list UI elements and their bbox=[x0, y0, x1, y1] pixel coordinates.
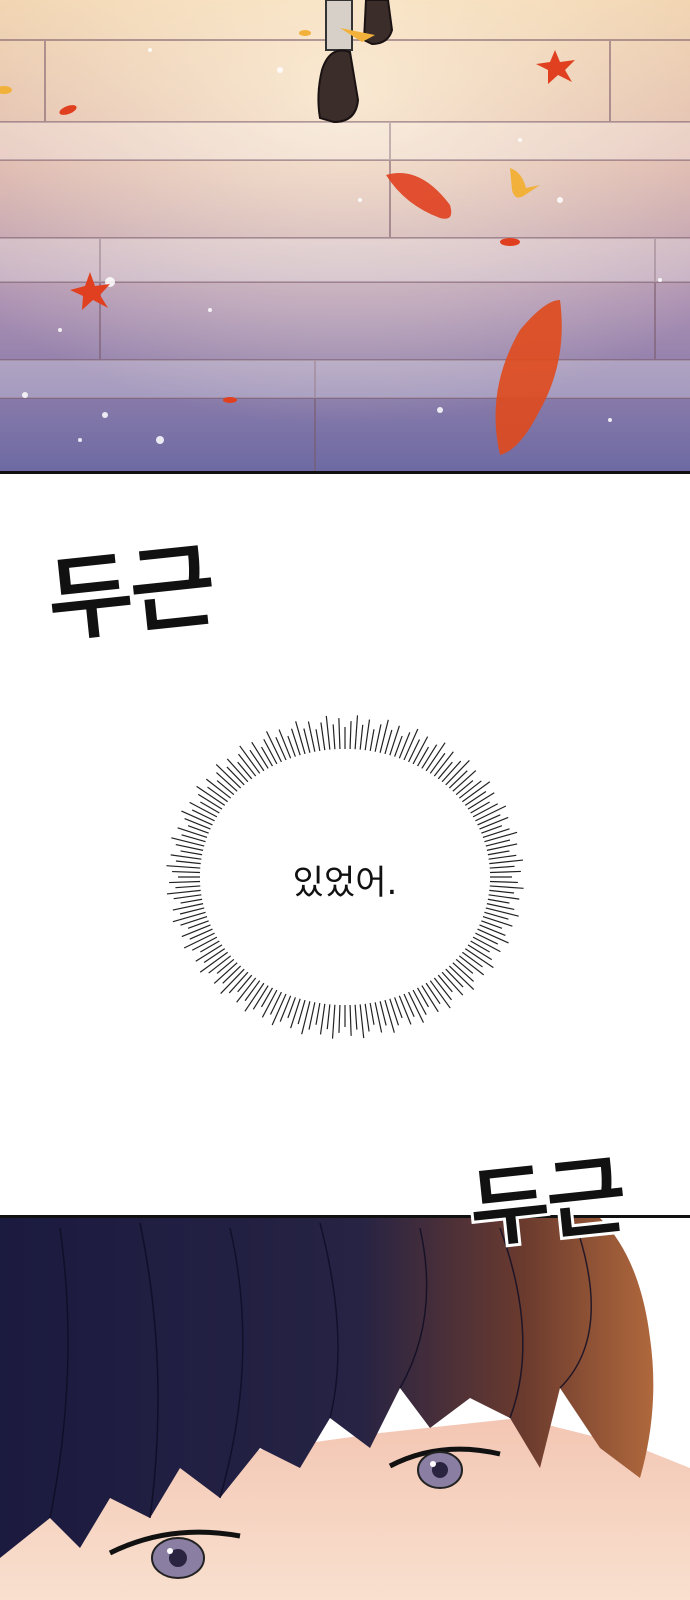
burst-line bbox=[184, 818, 211, 830]
burst-line bbox=[216, 958, 235, 974]
burst-line bbox=[412, 736, 429, 765]
burst-line bbox=[260, 746, 274, 767]
burst-line bbox=[200, 801, 220, 814]
burst-line bbox=[461, 951, 483, 968]
burst-line bbox=[379, 1001, 387, 1026]
stairs-illustration bbox=[0, 0, 690, 471]
burst-line bbox=[261, 989, 278, 1018]
burst-line bbox=[354, 715, 359, 750]
burst-line bbox=[364, 1003, 370, 1032]
burst-line bbox=[486, 903, 515, 911]
burst-line bbox=[226, 766, 245, 786]
burst-line bbox=[278, 729, 292, 759]
burst-line bbox=[189, 928, 213, 940]
burst-line bbox=[464, 790, 487, 806]
burst-line bbox=[398, 995, 412, 1025]
burst-line bbox=[455, 958, 474, 974]
burst-line bbox=[408, 739, 421, 763]
burst-line bbox=[349, 721, 352, 750]
burst-line bbox=[472, 803, 499, 818]
burst-line bbox=[295, 721, 306, 755]
burst-line bbox=[191, 809, 215, 822]
burst-line bbox=[172, 911, 206, 923]
burst-line bbox=[338, 718, 341, 750]
stairs-panel bbox=[0, 0, 690, 474]
burst-line bbox=[181, 924, 211, 938]
burst-line bbox=[455, 780, 474, 796]
burst-line bbox=[369, 1002, 375, 1025]
burst-line bbox=[237, 761, 253, 780]
burst-line bbox=[263, 738, 278, 765]
burst-line bbox=[384, 999, 395, 1033]
burst-line bbox=[308, 1002, 316, 1030]
burst-line bbox=[403, 993, 415, 1018]
burst-line bbox=[249, 749, 265, 772]
burst-line bbox=[332, 724, 336, 750]
burst-line bbox=[470, 940, 490, 953]
burst-line bbox=[222, 965, 242, 984]
burst-line bbox=[331, 1004, 336, 1039]
burst-line bbox=[275, 736, 287, 761]
burst-line bbox=[477, 814, 501, 826]
burst-line bbox=[416, 746, 430, 767]
burst-line bbox=[307, 721, 316, 752]
burst-line bbox=[437, 761, 453, 780]
burst-line bbox=[237, 974, 253, 993]
burst-line bbox=[470, 801, 490, 814]
burst-line bbox=[482, 915, 513, 927]
burst-line bbox=[175, 843, 204, 851]
burst-line bbox=[279, 995, 292, 1022]
burst-line bbox=[319, 1003, 326, 1035]
burst-line bbox=[403, 728, 419, 761]
burst-line bbox=[354, 1004, 358, 1030]
burst-line bbox=[398, 732, 411, 759]
burst-line bbox=[425, 982, 441, 1005]
burst-line bbox=[269, 991, 282, 1015]
burst-line bbox=[338, 1004, 341, 1033]
burst-line bbox=[475, 932, 499, 945]
burst-line bbox=[216, 780, 235, 796]
burst-line bbox=[374, 724, 382, 752]
burst-line bbox=[315, 1002, 321, 1025]
burst-line bbox=[271, 993, 287, 1026]
burst-line bbox=[412, 989, 427, 1016]
burst-line bbox=[421, 744, 438, 769]
burst-line bbox=[369, 729, 375, 752]
burst-line bbox=[315, 729, 321, 752]
burst-line bbox=[364, 719, 371, 751]
burst-line bbox=[326, 1004, 331, 1030]
burst-line bbox=[374, 1002, 383, 1033]
burst-line bbox=[303, 728, 311, 753]
heartbeat-sfx-2: 두근 bbox=[462, 1142, 632, 1264]
burst-line bbox=[437, 974, 453, 993]
burst-line bbox=[445, 968, 464, 988]
burst-line bbox=[244, 980, 261, 1002]
burst-line bbox=[203, 948, 226, 964]
burst-line bbox=[429, 752, 446, 774]
burst-line bbox=[416, 987, 430, 1008]
burst-line bbox=[479, 816, 509, 830]
burst-line bbox=[479, 924, 506, 936]
burst-line bbox=[177, 827, 208, 839]
burst-line bbox=[320, 722, 326, 751]
burst-line bbox=[260, 987, 274, 1008]
character-face-illustration bbox=[0, 1218, 690, 1600]
face-closeup-panel bbox=[0, 1215, 690, 1600]
burst-line bbox=[359, 1004, 365, 1039]
heartbeat-sfx-1: 두근 bbox=[42, 531, 219, 656]
burst-line bbox=[252, 985, 269, 1010]
burst-line bbox=[200, 940, 220, 953]
burst-line bbox=[359, 724, 364, 750]
burst-line bbox=[448, 770, 468, 789]
burst-line bbox=[191, 936, 218, 951]
burst-line bbox=[207, 786, 229, 803]
burst-line bbox=[484, 831, 518, 843]
speech-bubble-text: 있었어. bbox=[292, 863, 398, 903]
burst-line bbox=[325, 715, 331, 750]
burst-line bbox=[349, 1004, 352, 1036]
